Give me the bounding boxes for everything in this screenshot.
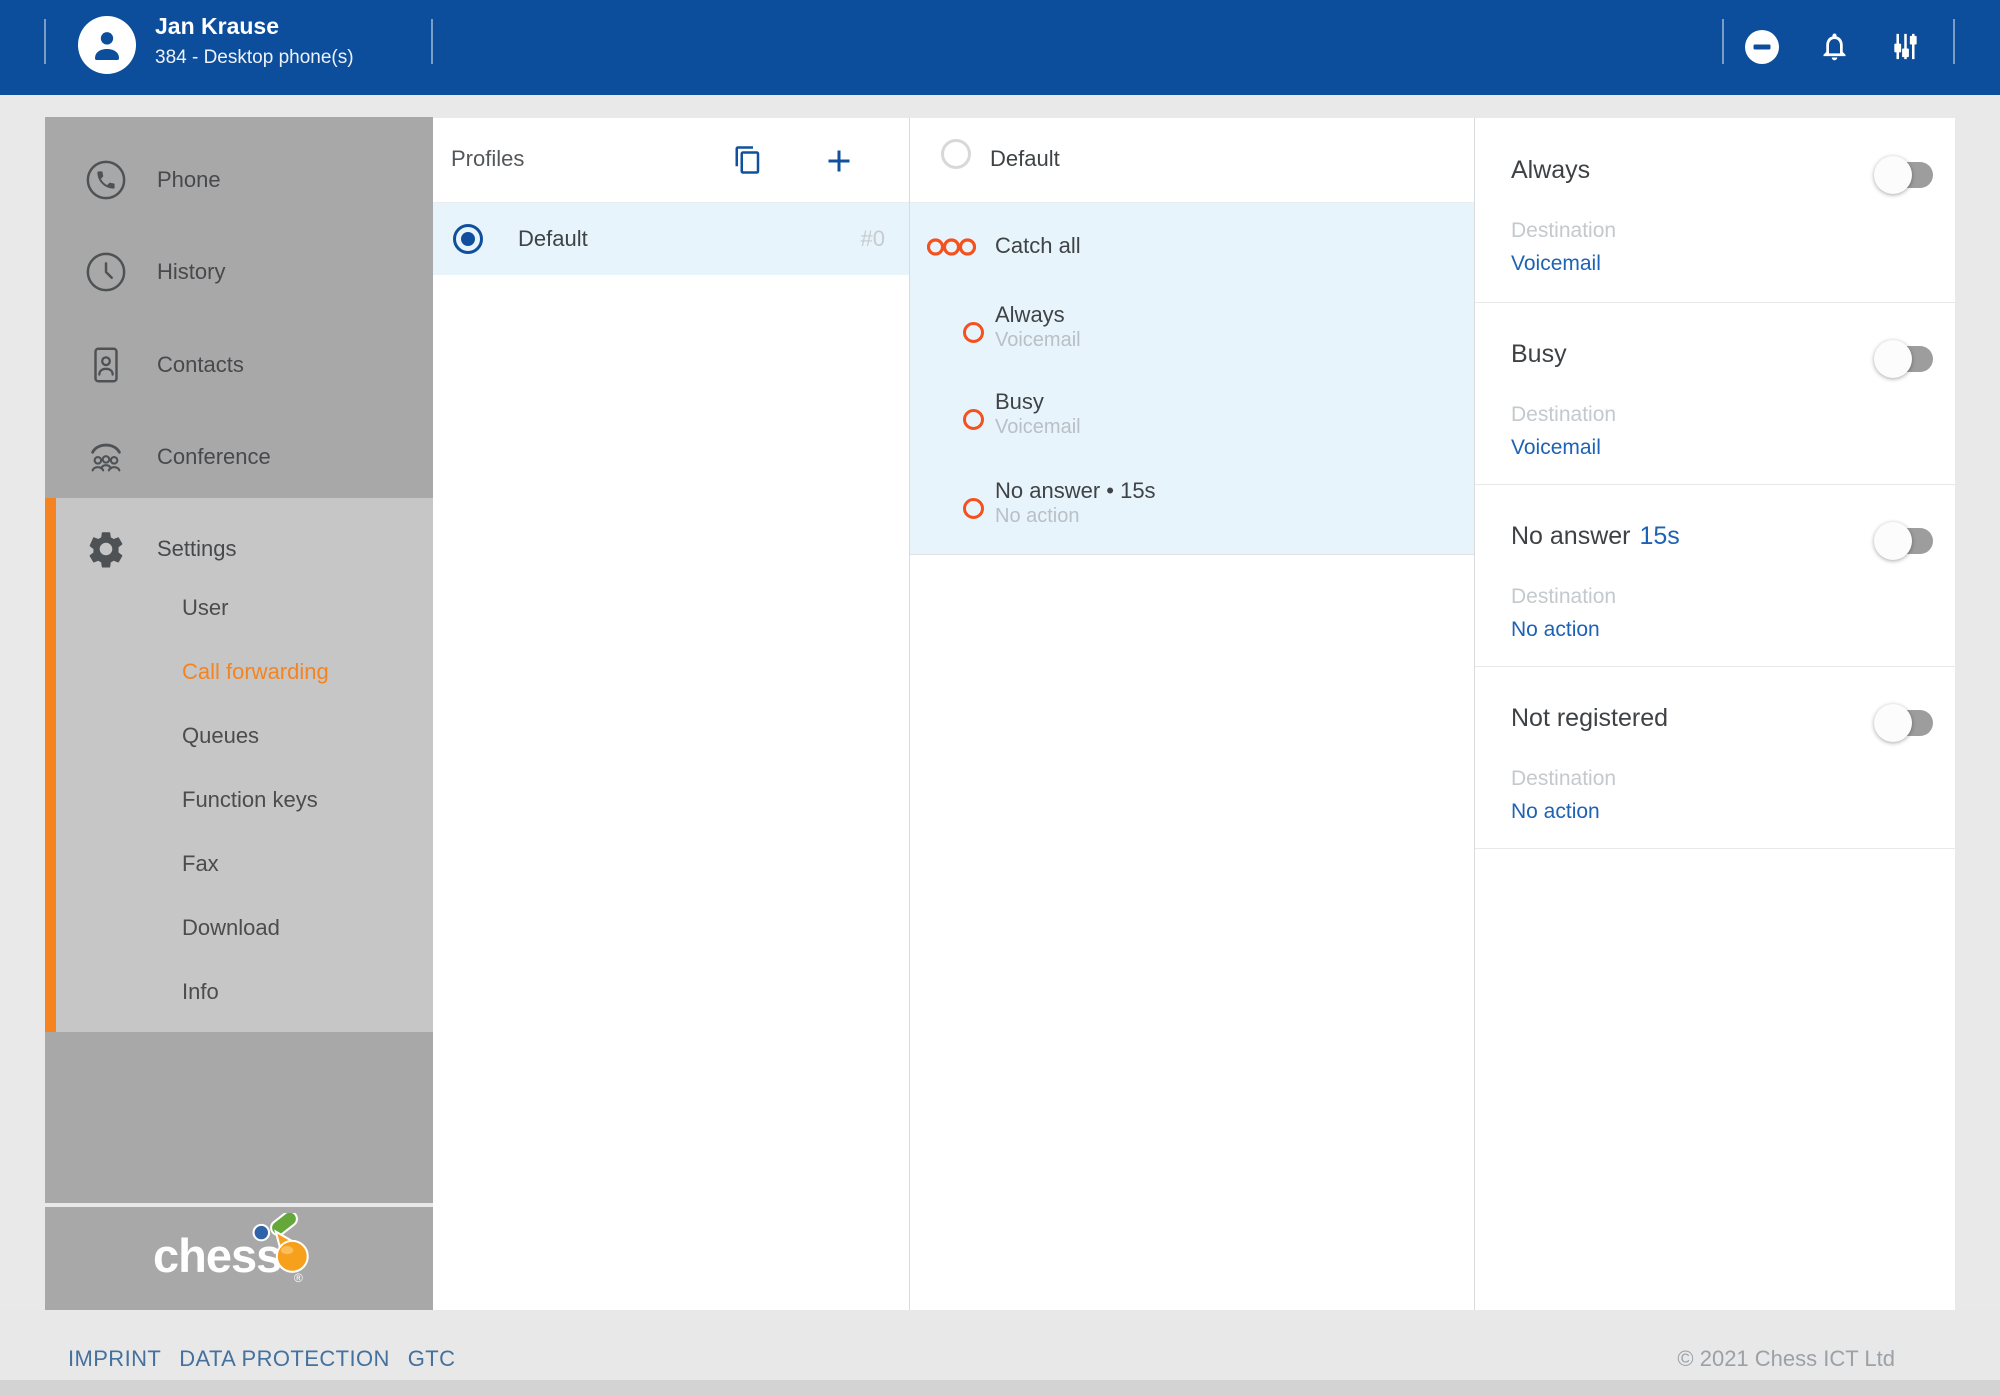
copyright-text: © 2021 Chess ICT Ltd — [1677, 1346, 1895, 1371]
notifications-bell-icon[interactable] — [1818, 30, 1851, 63]
rule-ring-icon — [963, 498, 984, 519]
profile-name: Default — [518, 226, 588, 251]
topbar-divider — [431, 19, 433, 64]
footer-links: IMPRINT DATA PROTECTION GTC — [68, 1346, 455, 1372]
chess-logo-icon — [252, 1213, 309, 1273]
conference-icon — [91, 443, 121, 472]
phone-icon — [86, 160, 126, 200]
destination-label: Destination — [1511, 219, 1617, 242]
sidebar-filler — [45, 1032, 433, 1203]
sidebar-subitem-call-forwarding[interactable]: Call forwarding — [45, 653, 433, 691]
contacts-icon — [94, 347, 118, 383]
footer-link-imprint[interactable]: IMPRINT — [68, 1346, 161, 1372]
top-bar: Jan Krause 384 - Desktop phone(s) — [0, 0, 2000, 95]
sidebar-subitem-fax[interactable]: Fax — [45, 845, 433, 883]
profile-detail-panel: Default Catch all Always Voicemail Busy … — [909, 118, 1475, 1310]
busy-toggle[interactable] — [1874, 340, 1933, 378]
sidebar-item-label: Settings — [157, 536, 237, 561]
rule-row-busy[interactable]: Busy Voicemail — [910, 386, 1475, 446]
timeout-value: 15s — [1639, 522, 1680, 550]
add-profile-button[interactable] — [821, 143, 857, 179]
rule-ring-icon — [963, 409, 984, 430]
not-registered-toggle[interactable] — [1874, 704, 1933, 742]
sidebar-item-label: Conference — [157, 444, 271, 469]
forwarding-section-no-answer: No answer 15s Destination No action — [1475, 484, 1955, 667]
user-icon — [95, 32, 119, 60]
forwarding-section-not-registered: Not registered Destination No action — [1475, 666, 1955, 849]
sidebar-item-contacts[interactable]: Contacts — [45, 342, 433, 388]
destination-label: Destination — [1511, 767, 1617, 790]
section-title: No answer 15s — [1511, 522, 1680, 550]
avatar — [78, 16, 136, 74]
profile-number: #0 — [860, 226, 885, 251]
sidebar: Phone History Contacts Conference Settin… — [45, 117, 433, 1310]
destination-label: Destination — [1511, 403, 1617, 426]
always-toggle[interactable] — [1874, 156, 1933, 194]
section-title: Not registered — [1511, 704, 1669, 732]
profile-detail-title: Default — [990, 146, 1060, 171]
forwarding-panel: Always Destination Voicemail Busy Destin… — [1474, 118, 1955, 1310]
topbar-divider — [1953, 19, 1955, 64]
forwarding-section-busy: Busy Destination Voicemail — [1475, 302, 1955, 485]
destination-value-link[interactable]: No action — [1511, 618, 1600, 642]
sidebar-item-conference[interactable]: Conference — [45, 434, 433, 480]
sidebar-item-label: History — [157, 259, 226, 284]
profiles-header: Profiles — [433, 118, 909, 203]
sidebar-subitem-download[interactable]: Download — [45, 909, 433, 947]
do-not-disturb-icon[interactable] — [1744, 29, 1780, 65]
destination-value-link[interactable]: Voicemail — [1511, 436, 1601, 460]
toggle-knob — [1874, 156, 1912, 194]
sidebar-subitem-queues[interactable]: Queues — [45, 717, 433, 755]
catch-all-icon — [927, 238, 976, 256]
copy-icon — [735, 146, 760, 174]
bottom-strip — [0, 1380, 2000, 1396]
catch-all-row[interactable]: Catch all — [910, 225, 1475, 271]
sidebar-subitem-function-keys[interactable]: Function keys — [45, 781, 433, 819]
sidebar-item-label: Contacts — [157, 352, 244, 377]
destination-value-link[interactable]: Voicemail — [1511, 252, 1601, 276]
gear-icon — [89, 532, 123, 568]
profiles-title: Profiles — [451, 146, 525, 171]
active-section-accent-bar — [45, 498, 56, 1032]
copy-profile-button[interactable] — [733, 145, 763, 175]
footer-link-data-protection[interactable]: DATA PROTECTION — [179, 1346, 390, 1372]
profile-row-default[interactable]: Default #0 — [433, 203, 909, 275]
user-name: Jan Krause — [155, 13, 280, 39]
destination-label: Destination — [1511, 585, 1617, 608]
catch-all-label: Catch all — [995, 233, 1081, 258]
toggle-knob — [1874, 704, 1912, 742]
sidebar-subitem-user[interactable]: User — [45, 589, 433, 627]
sidebar-item-history[interactable]: History — [45, 249, 433, 295]
profiles-panel: Profiles Default #0 — [433, 118, 909, 1310]
user-device-line: 384 - Desktop phone(s) — [155, 47, 354, 68]
history-icon — [86, 252, 126, 292]
destination-value-link[interactable]: No action — [1511, 800, 1600, 824]
forwarding-section-always: Always Destination Voicemail — [1475, 118, 1955, 303]
sidebar-item-label: Phone — [157, 167, 221, 192]
toggle-knob — [1874, 340, 1912, 378]
sidebar-settings-section: Settings User Call forwarding Queues Fun… — [45, 498, 433, 1032]
rule-ring-icon — [963, 322, 984, 343]
topbar-divider — [1722, 19, 1724, 64]
footer-link-gtc[interactable]: GTC — [408, 1346, 456, 1372]
rule-row-no-answer[interactable]: No answer • 15s No action — [910, 475, 1475, 535]
sidebar-main-nav: Phone History Contacts Conference — [45, 117, 433, 498]
toggle-knob — [1874, 522, 1912, 560]
tune-sliders-icon[interactable] — [1889, 30, 1922, 63]
plus-icon — [828, 150, 850, 172]
registered-mark: ® — [294, 1271, 303, 1285]
no-answer-toggle[interactable] — [1874, 522, 1933, 560]
rule-row-always[interactable]: Always Voicemail — [910, 299, 1475, 359]
section-title: Always — [1511, 156, 1591, 184]
radio-unselected-icon[interactable] — [941, 139, 971, 169]
profile-detail-header: Default — [910, 118, 1475, 203]
sidebar-item-phone[interactable]: Phone — [45, 157, 433, 203]
topbar-divider — [44, 19, 46, 64]
sidebar-subitem-info[interactable]: Info — [45, 973, 433, 1011]
section-title: Busy — [1511, 340, 1567, 368]
radio-selected-icon[interactable] — [453, 224, 483, 254]
sidebar-item-settings[interactable]: Settings — [45, 526, 433, 572]
sidebar-logo-block: chess ® — [45, 1207, 433, 1310]
catch-all-block: Catch all Always Voicemail Busy Voicemai… — [910, 203, 1475, 555]
